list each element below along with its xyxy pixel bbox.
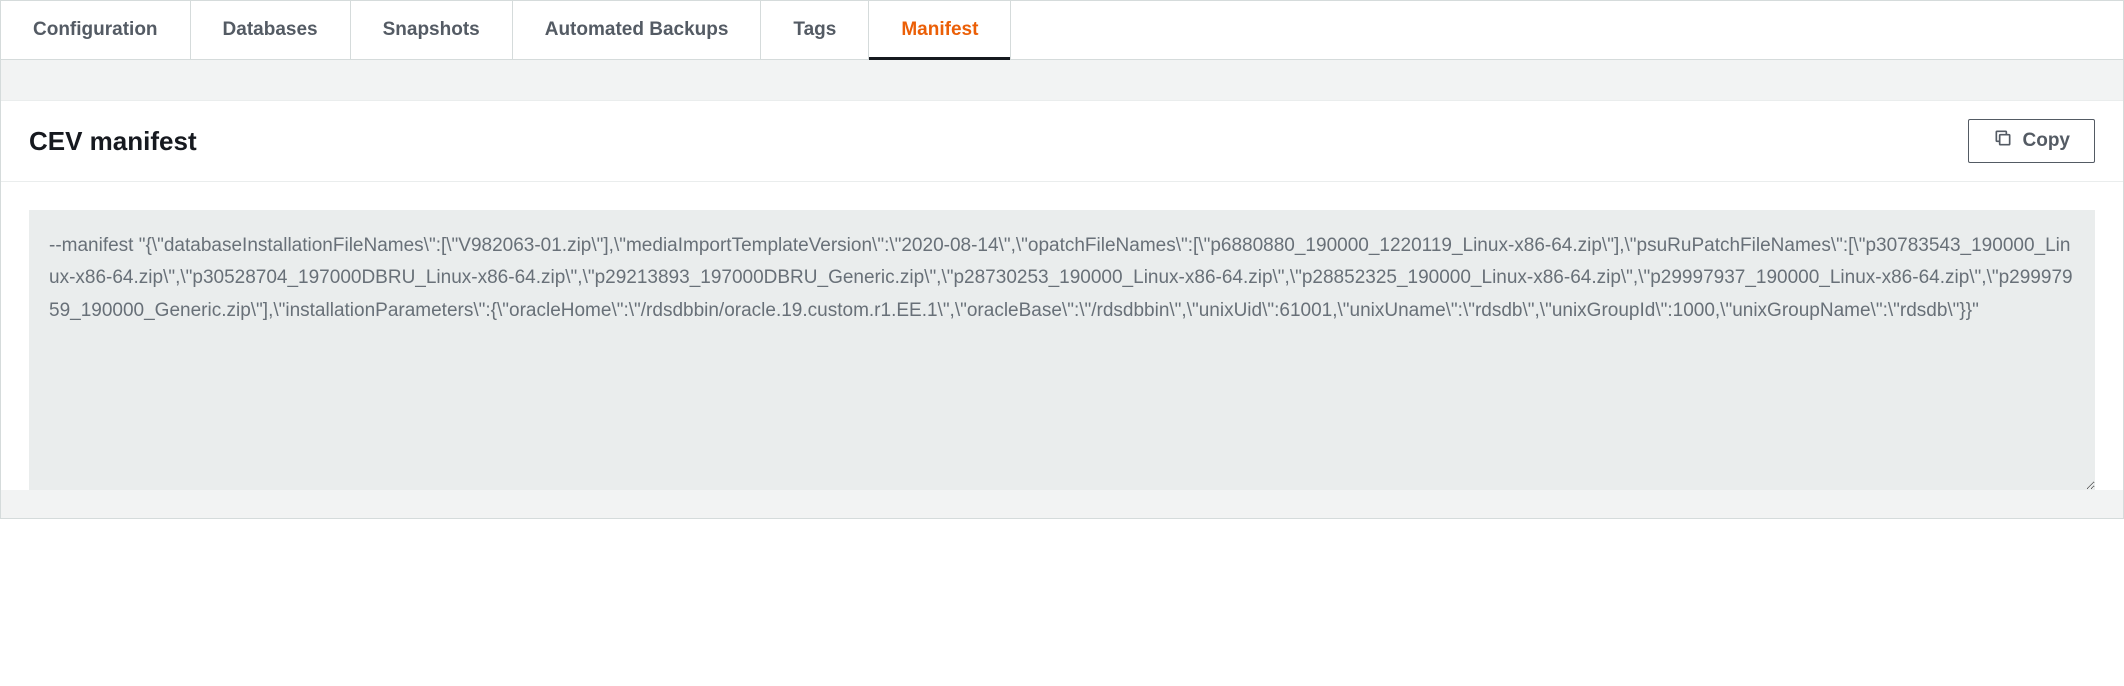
manifest-panel: Configuration Databases Snapshots Automa… — [0, 0, 2124, 519]
tab-databases[interactable]: Databases — [191, 1, 351, 59]
tab-tags[interactable]: Tags — [761, 1, 869, 59]
copy-icon — [1993, 128, 2013, 154]
tab-automated-backups[interactable]: Automated Backups — [513, 1, 762, 59]
manifest-textarea[interactable]: --manifest "{\"databaseInstallationFileN… — [29, 210, 2095, 490]
section-header: CEV manifest Copy — [1, 101, 2123, 182]
copy-button[interactable]: Copy — [1968, 119, 2096, 163]
manifest-content: CEV manifest Copy --manifest "{\"databas… — [1, 100, 2123, 490]
copy-button-label: Copy — [2023, 130, 2071, 152]
tab-snapshots[interactable]: Snapshots — [351, 1, 513, 59]
tab-bar: Configuration Databases Snapshots Automa… — [1, 1, 2123, 60]
tab-manifest[interactable]: Manifest — [869, 1, 1011, 59]
tab-configuration[interactable]: Configuration — [1, 1, 191, 59]
section-title: CEV manifest — [29, 126, 197, 157]
